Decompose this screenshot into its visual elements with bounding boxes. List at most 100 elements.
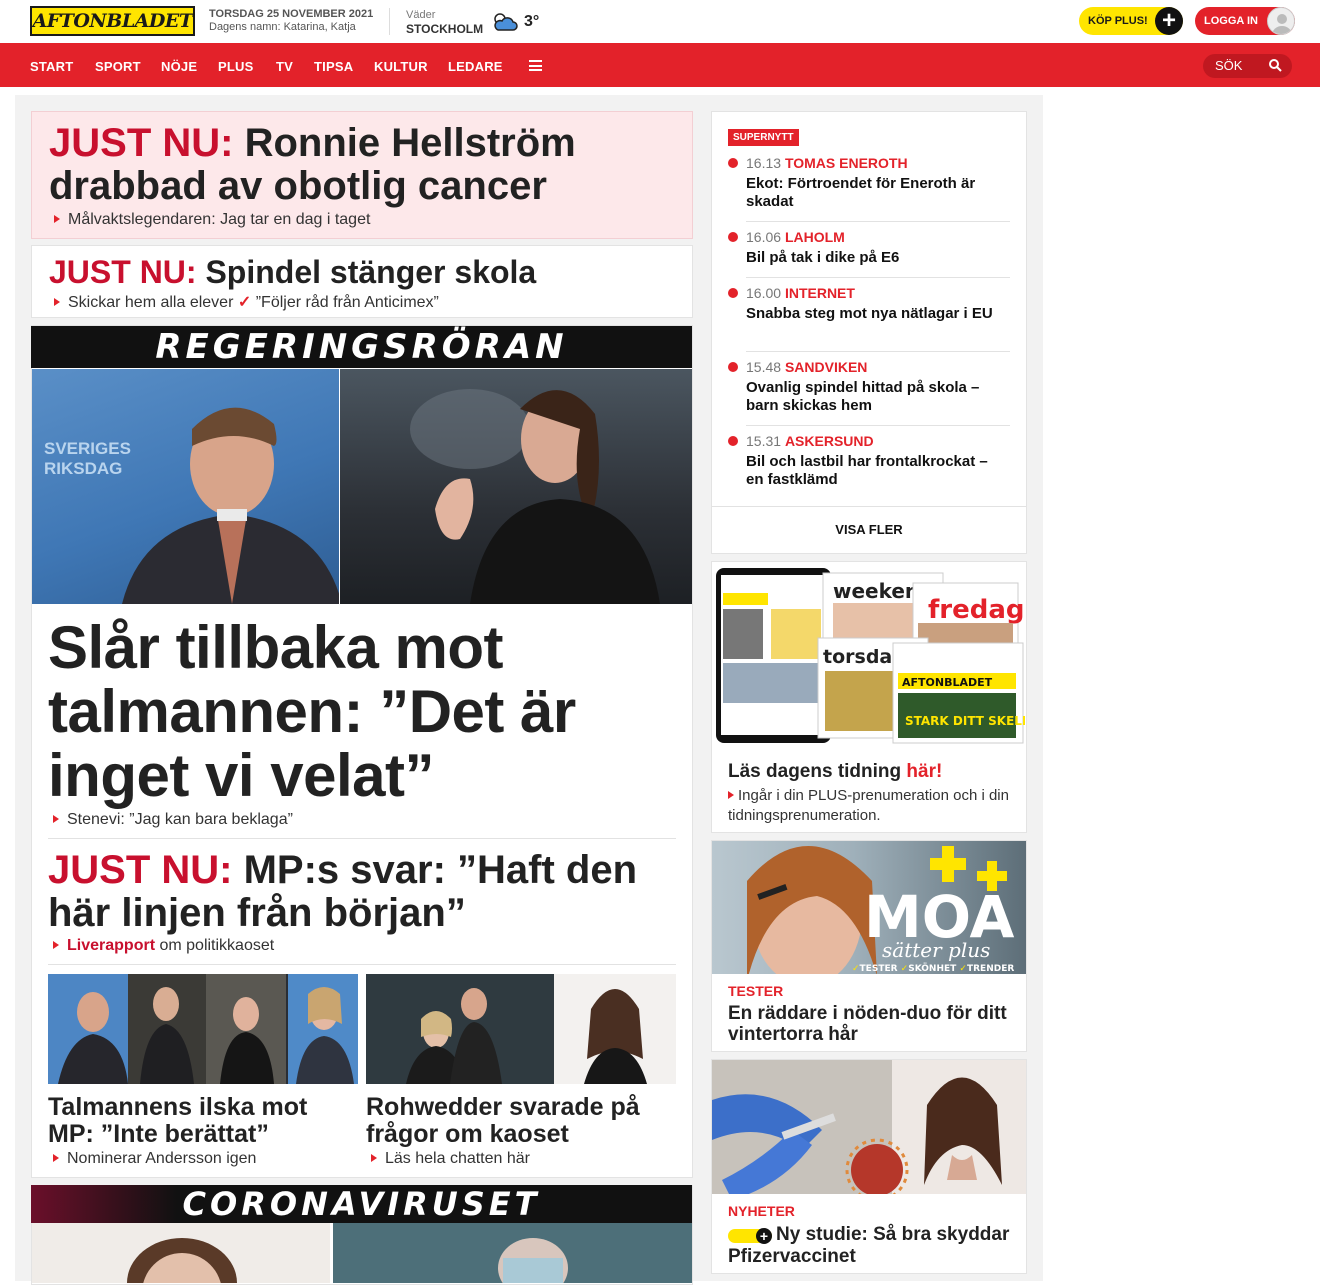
item-topic: SANDVIKEN xyxy=(784,359,868,375)
divider xyxy=(712,506,1026,507)
supernytt-item[interactable]: 16.13 TOMAS ENEROTH Ekot: Förtroendet fö… xyxy=(728,155,1011,215)
show-more-button[interactable]: VISA FLER xyxy=(712,522,1026,537)
weather-city[interactable]: STOCKHOLM xyxy=(406,22,483,36)
small1-sub-text: Nominerar Andersson igen xyxy=(67,1150,257,1167)
item-title: Snabba steg mot nya nätlagar i EU xyxy=(746,305,993,322)
vaccine-photo[interactable] xyxy=(712,1060,1026,1194)
nav-item-noje[interactable]: NÖJE xyxy=(161,59,197,74)
divider xyxy=(48,838,676,839)
red-dot-icon xyxy=(728,288,738,298)
liverapport-link[interactable]: Liverapport xyxy=(67,937,155,954)
item-title: Bil på tak i dike på E6 xyxy=(746,249,900,266)
name-days: Dagens namn: Katarina, Katja xyxy=(209,21,356,33)
lead-photo-right[interactable] xyxy=(340,369,692,604)
etidning-sub-text: Ingår i din PLUS-prenumeration och i din… xyxy=(728,787,1009,824)
check-icon: ✓ xyxy=(237,294,252,311)
login-label: LOGGA IN xyxy=(1204,15,1258,27)
etidning-sub: Ingår i din PLUS-prenumeration och i din… xyxy=(728,786,1018,826)
person-photo xyxy=(127,1238,237,1283)
moa-promo-graphic: MOA sätter plus ✓TESTER ✓SKÖNHET ✓TRENDE… xyxy=(747,846,1014,974)
user-avatar-icon xyxy=(1267,7,1295,35)
divider xyxy=(746,425,1010,426)
nav-item-kultur[interactable]: KULTUR xyxy=(374,59,428,74)
item-topic: ASKERSUND xyxy=(784,433,874,449)
weather-label: Väder xyxy=(406,9,436,21)
divider xyxy=(389,8,390,35)
moa-headline[interactable]: En räddare i nöden-duo för ditt vinterto… xyxy=(728,1003,1018,1045)
mp-headline[interactable]: JUST NU: MP:s svar: ”Haft den här linjen… xyxy=(48,849,678,935)
buy-plus-button[interactable]: KÖP PLUS! + xyxy=(1079,7,1183,35)
plus-icon: + xyxy=(1155,7,1183,35)
supernytt-item[interactable]: 15.48 SANDVIKEN Ovanlig spindel hittad p… xyxy=(728,359,1011,419)
search-placeholder: SÖK xyxy=(1215,58,1243,73)
arrow-icon xyxy=(53,815,59,823)
breaking-sub-text: Målvaktslegendaren: Jag tar en dag i tag… xyxy=(68,211,371,228)
buy-plus-label: KÖP PLUS! xyxy=(1088,15,1148,27)
etidning-title[interactable]: Läs dagens tidning här! xyxy=(728,761,942,783)
small1-photo[interactable] xyxy=(48,974,358,1084)
nav-item-sport[interactable]: SPORT xyxy=(95,59,141,74)
supernytt-item[interactable]: 15.31 ASKERSUND Bil och lastbil har fron… xyxy=(728,433,1011,493)
just-nu-label: JUST NU: xyxy=(49,121,234,165)
moa-photo[interactable]: MOA sätter plus ✓TESTER ✓SKÖNHET ✓TRENDE… xyxy=(712,841,1026,974)
moa-tick-3: TRENDER xyxy=(967,964,1014,974)
breaking-news-card[interactable]: JUST NU: Ronnie Hellström drabbad av obo… xyxy=(31,111,693,239)
divider xyxy=(746,351,1010,352)
etidning-link[interactable]: här! xyxy=(906,761,942,782)
small2-headline[interactable]: Rohwedder svarade på frågor om kaoset xyxy=(366,1094,681,1148)
divider xyxy=(48,964,676,965)
corona-photo-right[interactable] xyxy=(333,1223,692,1283)
newspaper-promo-image: weekend fredag torsdag AFTONBLADET STARK… xyxy=(716,568,1025,744)
mag-fredag: fredag xyxy=(928,595,1025,625)
partly-cloudy-icon xyxy=(494,13,518,31)
small2-sub-text: Läs hela chatten här xyxy=(385,1150,530,1167)
breaking-headline[interactable]: JUST NU: Ronnie Hellström drabbad av obo… xyxy=(49,122,679,208)
moa-tick-2: SKÖNHET xyxy=(908,963,957,974)
nav-item-tipsa[interactable]: TIPSA xyxy=(314,59,353,74)
supernytt-item[interactable]: 16.06 LAHOLM Bil på tak i dike på E6 xyxy=(728,229,1011,271)
lead-photo-left[interactable]: SVERIGES RIKSDAG xyxy=(32,369,339,604)
item-time: 16.13 xyxy=(746,155,782,171)
breaking2-headline[interactable]: JUST NU: Spindel stänger skola xyxy=(49,254,679,290)
current-date: TORSDAG 25 NOVEMBER 2021 xyxy=(209,8,374,20)
small1-headline[interactable]: Talmannens ilska mot MP: ”Inte berättat” xyxy=(48,1094,358,1148)
section-banner-coronaviruset[interactable]: CORONAVIRUSET xyxy=(31,1185,692,1223)
item-title: Bil och lastbil har frontalkrockat – en … xyxy=(746,453,988,488)
arrow-icon xyxy=(728,791,734,799)
main-nav: START SPORT NÖJE PLUS TV TIPSA KULTUR LE… xyxy=(0,43,1320,87)
politician-photo-2 xyxy=(410,389,660,604)
breaking-news-card-2[interactable]: JUST NU: Spindel stänger skola Skickar h… xyxy=(31,245,693,318)
red-dot-icon xyxy=(728,232,738,242)
red-dot-icon xyxy=(728,362,738,372)
moa-kicker: TESTER xyxy=(728,983,784,999)
politicians-collage xyxy=(48,974,358,1084)
medical-photo xyxy=(333,1223,692,1283)
divider xyxy=(746,221,1010,222)
section-banner-regeringsroran[interactable]: REGERINGSRÖRAN xyxy=(31,326,692,368)
item-time: 16.06 xyxy=(746,229,782,245)
divider xyxy=(746,277,1010,278)
nav-item-plus[interactable]: PLUS xyxy=(218,59,253,74)
mag-logo: AFTONBLADET xyxy=(902,676,993,689)
arrow-icon xyxy=(54,215,60,223)
vaccine-headline[interactable]: Ny studie: Så bra skyddar Pfizervaccinet xyxy=(728,1224,1018,1268)
nav-item-start[interactable]: START xyxy=(30,59,73,74)
mp-sub-rest: om politikkaoset xyxy=(159,937,275,954)
etidning-title-a: Läs dagens tidning xyxy=(728,761,902,782)
menu-icon[interactable] xyxy=(529,60,542,71)
small2-photo[interactable] xyxy=(366,974,676,1084)
moa-script: sätter plus xyxy=(882,938,990,962)
aftonbladet-logo[interactable]: AFTONBLADET xyxy=(30,6,195,36)
nav-item-tv[interactable]: TV xyxy=(276,59,293,74)
corona-photo-left[interactable] xyxy=(32,1223,330,1283)
nav-item-ledare[interactable]: LEDARE xyxy=(448,59,503,74)
breaking2-sub: Skickar hem alla elever ✓ ”Följer råd fr… xyxy=(54,292,439,312)
supernytt-item[interactable]: 16.00 INTERNET Snabba steg mot nya nätla… xyxy=(728,285,1011,345)
login-button[interactable]: LOGGA IN xyxy=(1195,7,1295,35)
red-dot-icon xyxy=(728,436,738,446)
arrow-icon xyxy=(54,298,60,306)
lead-headline[interactable]: Slår tillbaka mot talmannen: ”Det är ing… xyxy=(48,616,678,808)
weather-temp: 3° xyxy=(524,13,540,30)
vaccine-image xyxy=(712,1060,1026,1194)
search-box[interactable]: SÖK xyxy=(1203,54,1292,78)
